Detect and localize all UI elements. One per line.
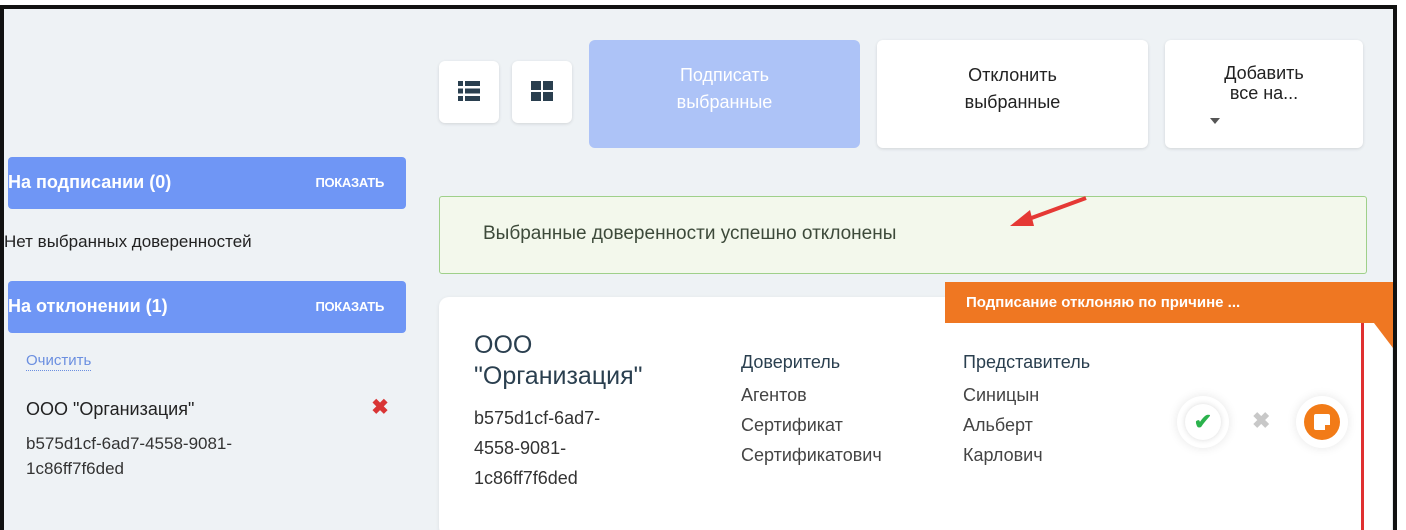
- principal-line1: Агентов: [741, 385, 807, 405]
- principal-line3: Сертификатович: [741, 445, 882, 465]
- add-all-label: Добавить все на...: [1165, 63, 1363, 103]
- card-id-line2: 4558-9081-: [474, 438, 567, 458]
- screenshot-frame-top: [0, 0, 1406, 9]
- annotation-arrow-icon: [1010, 196, 1087, 226]
- success-alert: Выбранные доверенности успешно отклонены: [439, 196, 1367, 274]
- sign-selected-label-line1: Подписать: [679, 65, 770, 85]
- add-all-label-line2: все на...: [1229, 83, 1299, 103]
- list-view-icon: [458, 81, 480, 101]
- caret-down-icon: [1210, 118, 1220, 124]
- rejected-marker-line: [1361, 323, 1364, 530]
- representative-line3: Карлович: [963, 445, 1043, 465]
- approve-button[interactable]: ✔: [1177, 396, 1229, 448]
- card-org-name: ООО "Организация": [474, 330, 714, 392]
- banner-tail: [1374, 323, 1393, 348]
- reject-selected-label-line1: Отклонить: [968, 65, 1057, 85]
- reject-note-button[interactable]: [1296, 396, 1348, 448]
- rejecting-show-button[interactable]: ПОКАЗАТЬ: [315, 299, 384, 314]
- screenshot-margin-right: [1397, 0, 1406, 530]
- proxy-card[interactable]: ООО "Организация" b575d1cf-6ad7- 4558-90…: [439, 297, 1392, 530]
- signing-empty-text: Нет выбранных доверенностей: [4, 232, 252, 251]
- signing-panel-header[interactable]: На подписании (0) ПОКАЗАТЬ: [8, 157, 406, 209]
- signing-panel-title: На подписании (0): [8, 172, 172, 192]
- cancel-icon[interactable]: ✖: [1252, 408, 1270, 434]
- remove-item-icon[interactable]: ✖: [370, 397, 390, 418]
- app-canvas: На подписании (0) ПОКАЗАТЬ Нет выбранных…: [4, 9, 1393, 530]
- rejecting-panel-header[interactable]: На отклонении (1) ПОКАЗАТЬ: [8, 281, 406, 333]
- representative-label: Представитель: [963, 352, 1091, 372]
- reject-reason-banner[interactable]: Подписание отклоняю по причине ...: [945, 282, 1393, 323]
- sign-selected-button[interactable]: Подписать выбранные: [589, 40, 860, 148]
- representative-line1: Синицын: [963, 385, 1040, 405]
- check-icon: ✔: [1185, 404, 1221, 440]
- card-org-line2: "Организация": [474, 362, 643, 390]
- reject-selected-button[interactable]: Отклонить выбранные: [877, 40, 1148, 148]
- note-icon: [1304, 404, 1340, 440]
- rejecting-panel-title: На отклонении (1): [8, 296, 168, 316]
- principal-label: Доверитель: [741, 352, 841, 372]
- add-all-dropdown[interactable]: Добавить все на...: [1165, 40, 1363, 148]
- principal-line2: Сертификат: [741, 415, 843, 435]
- add-all-label-line1: Добавить: [1224, 63, 1304, 83]
- sidebar-item-id: b575d1cf-6ad7-4558-9081-1c86ff7f6ded: [26, 434, 233, 478]
- clear-link[interactable]: Очистить: [26, 352, 92, 371]
- representative-line2: Альберт: [963, 415, 1033, 435]
- list-view-button[interactable]: [439, 61, 499, 123]
- sidebar-item-title: ООО "Организация": [26, 399, 195, 419]
- grid-view-button[interactable]: [512, 61, 572, 123]
- reject-selected-label-line2: выбранные: [964, 92, 1061, 112]
- sign-selected-label-line2: выбранные: [676, 92, 773, 112]
- signing-show-button[interactable]: ПОКАЗАТЬ: [315, 175, 384, 190]
- card-id: b575d1cf-6ad7- 4558-9081- 1c86ff7f6ded: [474, 403, 674, 493]
- card-id-line3: 1c86ff7f6ded: [474, 468, 578, 488]
- success-alert-message: Выбранные доверенности успешно отклонены: [483, 223, 897, 244]
- grid-view-icon: [531, 81, 553, 101]
- card-org-line1: ООО: [474, 331, 533, 359]
- card-id-line1: b575d1cf-6ad7-: [474, 408, 601, 428]
